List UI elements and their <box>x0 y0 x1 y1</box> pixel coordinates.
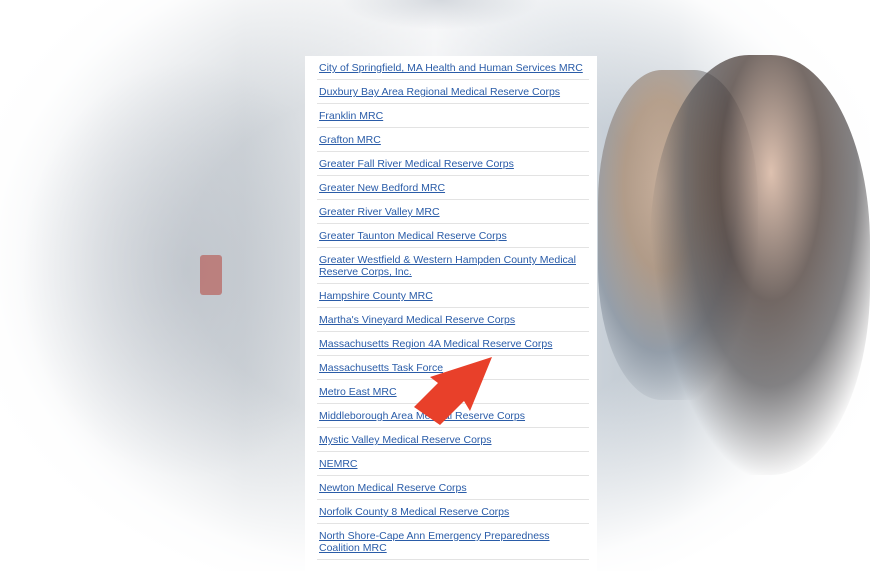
mrc-list-item: Greater Westfield & Western Hampden Coun… <box>317 248 589 284</box>
mrc-link[interactable]: Duxbury Bay Area Regional Medical Reserv… <box>319 86 560 98</box>
mrc-list-item: Franklin MRC <box>317 104 589 128</box>
red-arrow-icon <box>414 357 492 425</box>
mrc-link[interactable]: Norfolk County 8 Medical Reserve Corps <box>319 506 509 518</box>
mrc-list-item: Newton Medical Reserve Corps <box>317 476 589 500</box>
mrc-link[interactable]: North Shore-Cape Ann Emergency Preparedn… <box>319 530 550 554</box>
mrc-link[interactable]: Massachusetts Region 4A Medical Reserve … <box>319 338 552 350</box>
background-smudge <box>340 0 540 30</box>
mrc-list-item: Grafton MRC <box>317 128 589 152</box>
mrc-list-item: Greater New Bedford MRC <box>317 176 589 200</box>
mrc-list: City of Springfield, MA Health and Human… <box>305 56 597 560</box>
mrc-list-item: North Shore-Cape Ann Emergency Preparedn… <box>317 524 589 560</box>
background-person-woman <box>650 55 870 475</box>
mrc-link[interactable]: Newton Medical Reserve Corps <box>319 482 467 494</box>
mrc-list-item: Greater River Valley MRC <box>317 200 589 224</box>
mrc-link[interactable]: Martha's Vineyard Medical Reserve Corps <box>319 314 515 326</box>
mrc-list-item: Martha's Vineyard Medical Reserve Corps <box>317 308 589 332</box>
background-shelf <box>20 60 300 480</box>
mrc-link[interactable]: Hampshire County MRC <box>319 290 433 302</box>
mrc-list-item: Mystic Valley Medical Reserve Corps <box>317 428 589 452</box>
mrc-list-item: Greater Fall River Medical Reserve Corps <box>317 152 589 176</box>
mrc-list-item: Norfolk County 8 Medical Reserve Corps <box>317 500 589 524</box>
mrc-link[interactable]: Metro East MRC <box>319 386 397 398</box>
mrc-link[interactable]: Mystic Valley Medical Reserve Corps <box>319 434 492 446</box>
mrc-link[interactable]: City of Springfield, MA Health and Human… <box>319 62 583 74</box>
mrc-link[interactable]: Greater New Bedford MRC <box>319 182 445 194</box>
background-red-object <box>200 255 222 295</box>
mrc-link[interactable]: Greater Fall River Medical Reserve Corps <box>319 158 514 170</box>
mrc-list-item: NEMRC <box>317 452 589 476</box>
mrc-link[interactable]: Greater Westfield & Western Hampden Coun… <box>319 254 576 278</box>
mrc-list-item: Massachusetts Region 4A Medical Reserve … <box>317 332 589 356</box>
mrc-list-panel: City of Springfield, MA Health and Human… <box>305 56 597 571</box>
mrc-link[interactable]: Franklin MRC <box>319 110 383 122</box>
mrc-list-item: City of Springfield, MA Health and Human… <box>317 56 589 80</box>
mrc-link[interactable]: Greater Taunton Medical Reserve Corps <box>319 230 507 242</box>
mrc-link[interactable]: NEMRC <box>319 458 358 470</box>
mrc-list-item: Hampshire County MRC <box>317 284 589 308</box>
mrc-link[interactable]: Greater River Valley MRC <box>319 206 440 218</box>
mrc-list-item: Greater Taunton Medical Reserve Corps <box>317 224 589 248</box>
mrc-list-item: Duxbury Bay Area Regional Medical Reserv… <box>317 80 589 104</box>
mrc-link[interactable]: Grafton MRC <box>319 134 381 146</box>
